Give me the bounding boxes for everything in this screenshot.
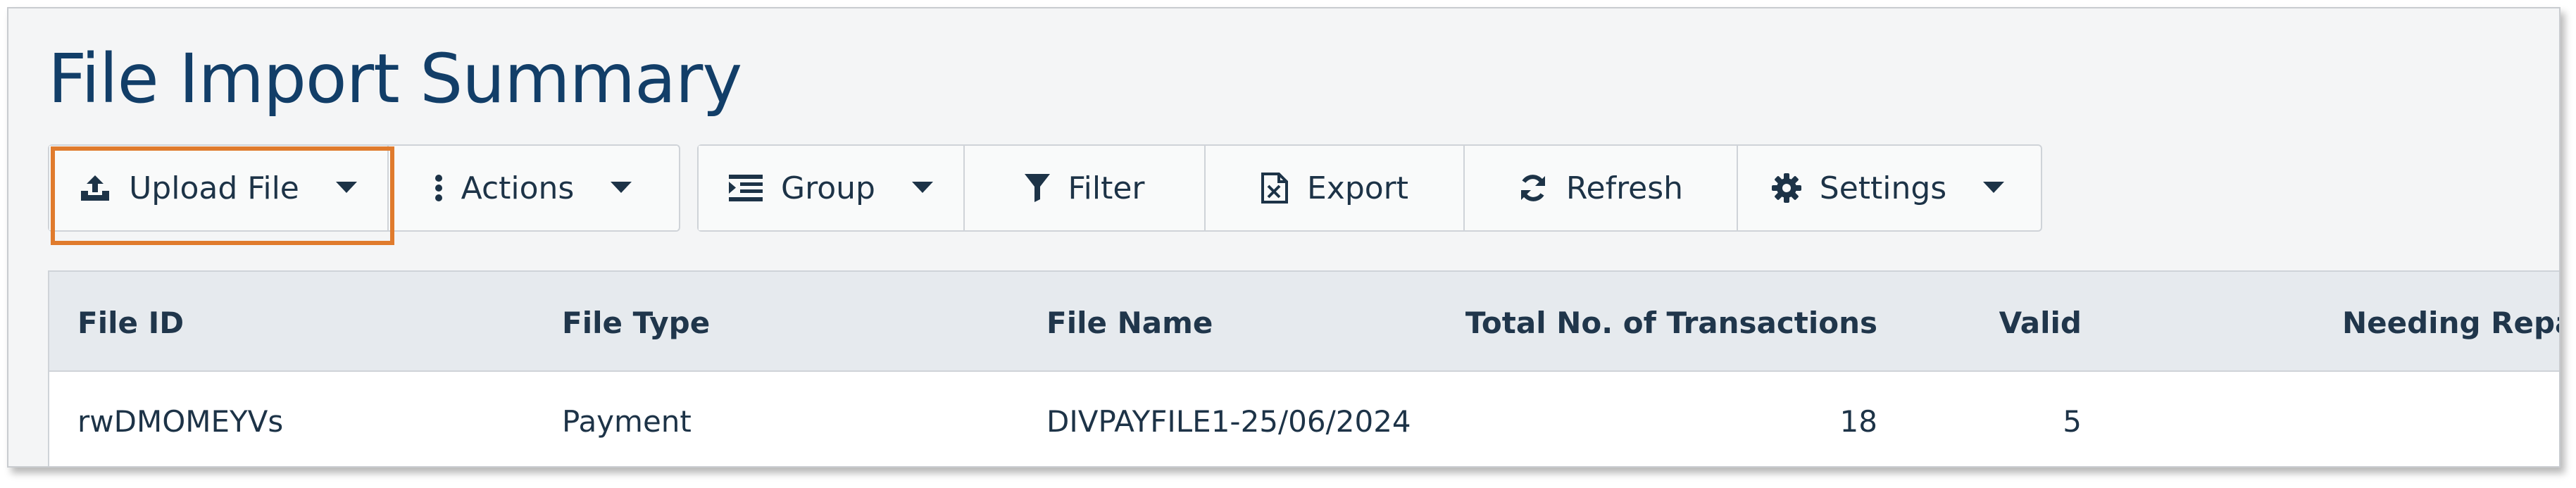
file-import-table: File ID File Type File Name Total No. of…: [48, 270, 2559, 466]
settings-label: Settings: [1819, 170, 1947, 206]
more-vertical-icon: [434, 174, 443, 202]
caret-down-icon: [911, 182, 933, 194]
cell-file-name: DIVPAYFILE1-25/06/2024: [1046, 404, 1411, 439]
column-header-file-type[interactable]: File Type: [562, 306, 710, 340]
cell-file-id: rwDMOMEYVs: [77, 404, 284, 439]
filter-button[interactable]: Filter: [965, 146, 1206, 230]
refresh-icon: [1518, 173, 1548, 203]
refresh-button[interactable]: Refresh: [1465, 146, 1738, 230]
page-title: File Import Summary: [48, 39, 742, 118]
upload-file-button[interactable]: Upload File: [49, 146, 389, 230]
caret-down-icon: [1983, 182, 2005, 194]
cell-file-type: Payment: [562, 404, 692, 439]
cell-valid: 5: [2063, 404, 2082, 439]
refresh-label: Refresh: [1565, 170, 1684, 206]
toolbar-secondary: Group Filter Export Refresh Settings: [697, 144, 2042, 232]
upload-file-label: Upload File: [129, 170, 299, 206]
export-button[interactable]: Export: [1206, 146, 1465, 230]
upload-icon: [80, 174, 111, 202]
column-header-valid[interactable]: Valid: [1999, 306, 2082, 340]
group-button[interactable]: Group: [699, 146, 965, 230]
caret-down-icon[interactable]: [335, 182, 357, 194]
column-header-file-id[interactable]: File ID: [77, 306, 184, 340]
filter-label: Filter: [1068, 170, 1145, 206]
caret-down-icon: [611, 182, 632, 194]
file-import-summary-panel: File Import Summary Upload File Actions …: [7, 7, 2561, 468]
toolbar-primary: Upload File Actions: [48, 144, 680, 232]
group-label: Group: [781, 170, 875, 206]
group-icon: [729, 175, 763, 201]
column-header-total-transactions[interactable]: Total No. of Transactions: [1465, 306, 1877, 340]
export-label: Export: [1306, 170, 1409, 206]
settings-button[interactable]: Settings: [1738, 146, 2038, 230]
cell-total-transactions: 18: [1839, 404, 1877, 439]
column-header-file-name[interactable]: File Name: [1046, 306, 1213, 340]
actions-label: Actions: [461, 170, 575, 206]
actions-button[interactable]: Actions: [389, 146, 677, 230]
export-excel-icon: [1261, 172, 1289, 204]
column-header-needing-repair[interactable]: Needing Repa: [2342, 306, 2559, 340]
gear-icon: [1771, 173, 1801, 203]
table-header: File ID File Type File Name Total No. of…: [49, 272, 2559, 372]
filter-icon: [1024, 174, 1050, 202]
